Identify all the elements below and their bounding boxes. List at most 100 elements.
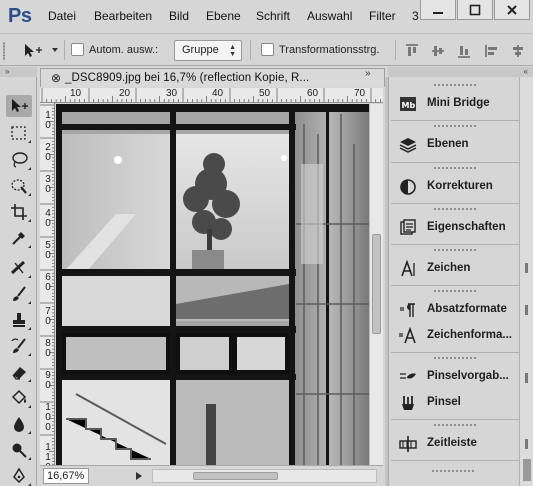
panel-timeline[interactable]: Zeitleiste bbox=[391, 431, 519, 457]
align-top-edges-button[interactable] bbox=[405, 44, 419, 61]
submenu-indicator-icon bbox=[28, 275, 31, 278]
menu-bar: Ps Datei Bearbeiten Bild Ebene Schrift A… bbox=[0, 0, 533, 33]
brush-tool[interactable] bbox=[6, 283, 32, 305]
align-vertical-centers-button[interactable] bbox=[431, 44, 445, 61]
document-title: _DSC8909.jpg bei 16,7% (reflection Kopie… bbox=[65, 72, 310, 84]
dodge-tool[interactable] bbox=[6, 439, 32, 461]
transform-controls-checkbox[interactable] bbox=[261, 43, 274, 56]
close-icon bbox=[507, 4, 517, 15]
maximize-button[interactable] bbox=[457, 0, 493, 20]
close-button[interactable] bbox=[494, 0, 530, 20]
eraser-tool-icon bbox=[12, 367, 26, 380]
auto-select-target-value: Gruppe bbox=[182, 44, 219, 56]
lasso-tool[interactable] bbox=[6, 149, 32, 171]
panel-layers[interactable]: Ebenen bbox=[391, 132, 519, 158]
timeline-icon bbox=[399, 436, 417, 452]
lasso-tool-icon bbox=[12, 152, 28, 168]
panel-group-grip[interactable] bbox=[433, 124, 477, 128]
panel-group-grip[interactable] bbox=[433, 166, 477, 170]
panel-group-grip[interactable] bbox=[433, 83, 477, 87]
move-tool[interactable] bbox=[6, 95, 32, 117]
options-grip[interactable] bbox=[3, 42, 5, 60]
status-menu-arrow-icon[interactable] bbox=[134, 471, 144, 481]
horizontal-scrollbar-thumb[interactable] bbox=[193, 472, 278, 480]
document-canvas[interactable] bbox=[56, 104, 369, 465]
vertical-scrollbar-thumb[interactable] bbox=[372, 234, 381, 334]
panel-group-grip[interactable] bbox=[433, 423, 477, 427]
panel-dock-scrollbar[interactable] bbox=[519, 77, 533, 486]
document-tabs-overflow-icon[interactable]: » bbox=[365, 68, 371, 79]
align-left-edges-button[interactable] bbox=[485, 44, 499, 61]
paint-bucket-tool[interactable] bbox=[6, 387, 32, 409]
menu-bild[interactable]: Bild bbox=[169, 9, 189, 23]
healing-brush-tool-icon bbox=[10, 260, 26, 275]
panel-dock-scrollbar-thumb[interactable] bbox=[523, 459, 531, 481]
panel-group-grip[interactable] bbox=[433, 356, 477, 360]
panel-brush-presets[interactable]: Pinselvorgab... bbox=[391, 364, 519, 390]
panel-group: Korrekturen bbox=[391, 164, 519, 204]
move-tool-preset-icon bbox=[25, 44, 58, 57]
ruler-left-label: 6 0 bbox=[45, 272, 51, 293]
healing-brush-tool[interactable] bbox=[6, 257, 32, 279]
align-hcenter-icon bbox=[513, 45, 523, 57]
blur-tool[interactable] bbox=[6, 413, 32, 435]
panel-group-grip[interactable] bbox=[433, 207, 477, 211]
character-icon bbox=[401, 260, 415, 277]
submenu-indicator-icon bbox=[28, 167, 31, 170]
zoom-level-field[interactable]: 16,67% bbox=[43, 468, 89, 484]
panels-collapse-toggle[interactable]: « bbox=[388, 67, 533, 77]
vertical-scrollbar[interactable] bbox=[369, 104, 383, 465]
close-document-icon[interactable]: ⊗ bbox=[51, 71, 61, 85]
tool-preset-picker[interactable] bbox=[22, 42, 62, 61]
clone-stamp-tool-icon bbox=[13, 313, 25, 327]
panel-brush[interactable]: Pinsel bbox=[391, 390, 519, 416]
align-horizontal-centers-button[interactable] bbox=[511, 44, 525, 61]
eraser-tool[interactable] bbox=[6, 361, 32, 383]
ruler-top-label: 40 bbox=[212, 88, 224, 99]
panel-group-grip[interactable] bbox=[433, 248, 477, 252]
ruler-top-label: 60 bbox=[307, 88, 319, 99]
tools-collapse-toggle[interactable]: » bbox=[0, 67, 37, 77]
panel-group-grip[interactable] bbox=[433, 289, 477, 293]
menu-bearbeiten[interactable]: Bearbeiten bbox=[94, 9, 152, 23]
panel-dock: Mb Mini Bridge Ebenen Korrekturen Eigens… bbox=[388, 77, 519, 486]
panel-adjustments[interactable]: Korrekturen bbox=[391, 174, 519, 200]
panel-character[interactable]: Zeichen bbox=[391, 256, 519, 282]
ruler-vertical[interactable]: 1 0 2 0 3 0 4 0 5 0 6 0 7 0 8 0 9 0 1 0 … bbox=[40, 103, 55, 465]
menu-filter[interactable]: Filter bbox=[369, 9, 396, 23]
minimize-button[interactable] bbox=[420, 0, 456, 20]
pen-tool[interactable] bbox=[6, 465, 32, 486]
transform-controls-label: Transformationsstrg. bbox=[279, 44, 380, 56]
panel-group-grip[interactable] bbox=[431, 469, 475, 473]
panel-properties[interactable]: Eigenschaften bbox=[391, 215, 519, 241]
adjustments-icon bbox=[400, 179, 416, 195]
menu-auswahl[interactable]: Auswahl bbox=[307, 9, 352, 23]
history-brush-tool[interactable] bbox=[6, 335, 32, 357]
panel-character-styles[interactable]: Zeichenforma... bbox=[391, 323, 519, 349]
menu-schrift[interactable]: Schrift bbox=[256, 9, 290, 23]
ruler-left-label: 7 0 bbox=[45, 306, 51, 327]
ruler-horizontal[interactable]: 10 20 30 40 50 60 70 bbox=[40, 88, 383, 103]
clone-stamp-tool[interactable] bbox=[6, 309, 32, 331]
auto-select-target-dropdown[interactable]: Gruppe ▲ ▼ bbox=[174, 40, 242, 61]
panel-paragraph-styles[interactable]: Absatzformate bbox=[391, 297, 519, 323]
quick-selection-tool[interactable] bbox=[6, 175, 32, 197]
document-tab[interactable]: ⊗ _DSC8909.jpg bei 16,7% (reflection Kop… bbox=[40, 68, 385, 87]
eyedropper-tool[interactable] bbox=[6, 227, 32, 249]
auto-select-checkbox[interactable] bbox=[71, 43, 84, 56]
window-controls bbox=[420, 0, 533, 22]
menu-3d[interactable]: 3 bbox=[412, 9, 419, 23]
submenu-indicator-icon bbox=[28, 219, 31, 222]
menu-ebene[interactable]: Ebene bbox=[206, 9, 241, 23]
marquee-tool[interactable] bbox=[6, 122, 32, 144]
horizontal-scrollbar[interactable] bbox=[152, 469, 377, 483]
minimize-icon bbox=[433, 11, 443, 14]
align-bottom-edges-button[interactable] bbox=[457, 44, 471, 61]
maximize-icon bbox=[469, 4, 481, 15]
pen-tool-icon bbox=[13, 467, 25, 484]
menu-datei[interactable]: Datei bbox=[48, 9, 76, 23]
crop-tool[interactable] bbox=[6, 201, 32, 223]
move-tool-icon bbox=[12, 99, 28, 112]
panel-mini-bridge[interactable]: Mb Mini Bridge bbox=[391, 91, 519, 117]
character-styles-icon bbox=[399, 327, 416, 344]
